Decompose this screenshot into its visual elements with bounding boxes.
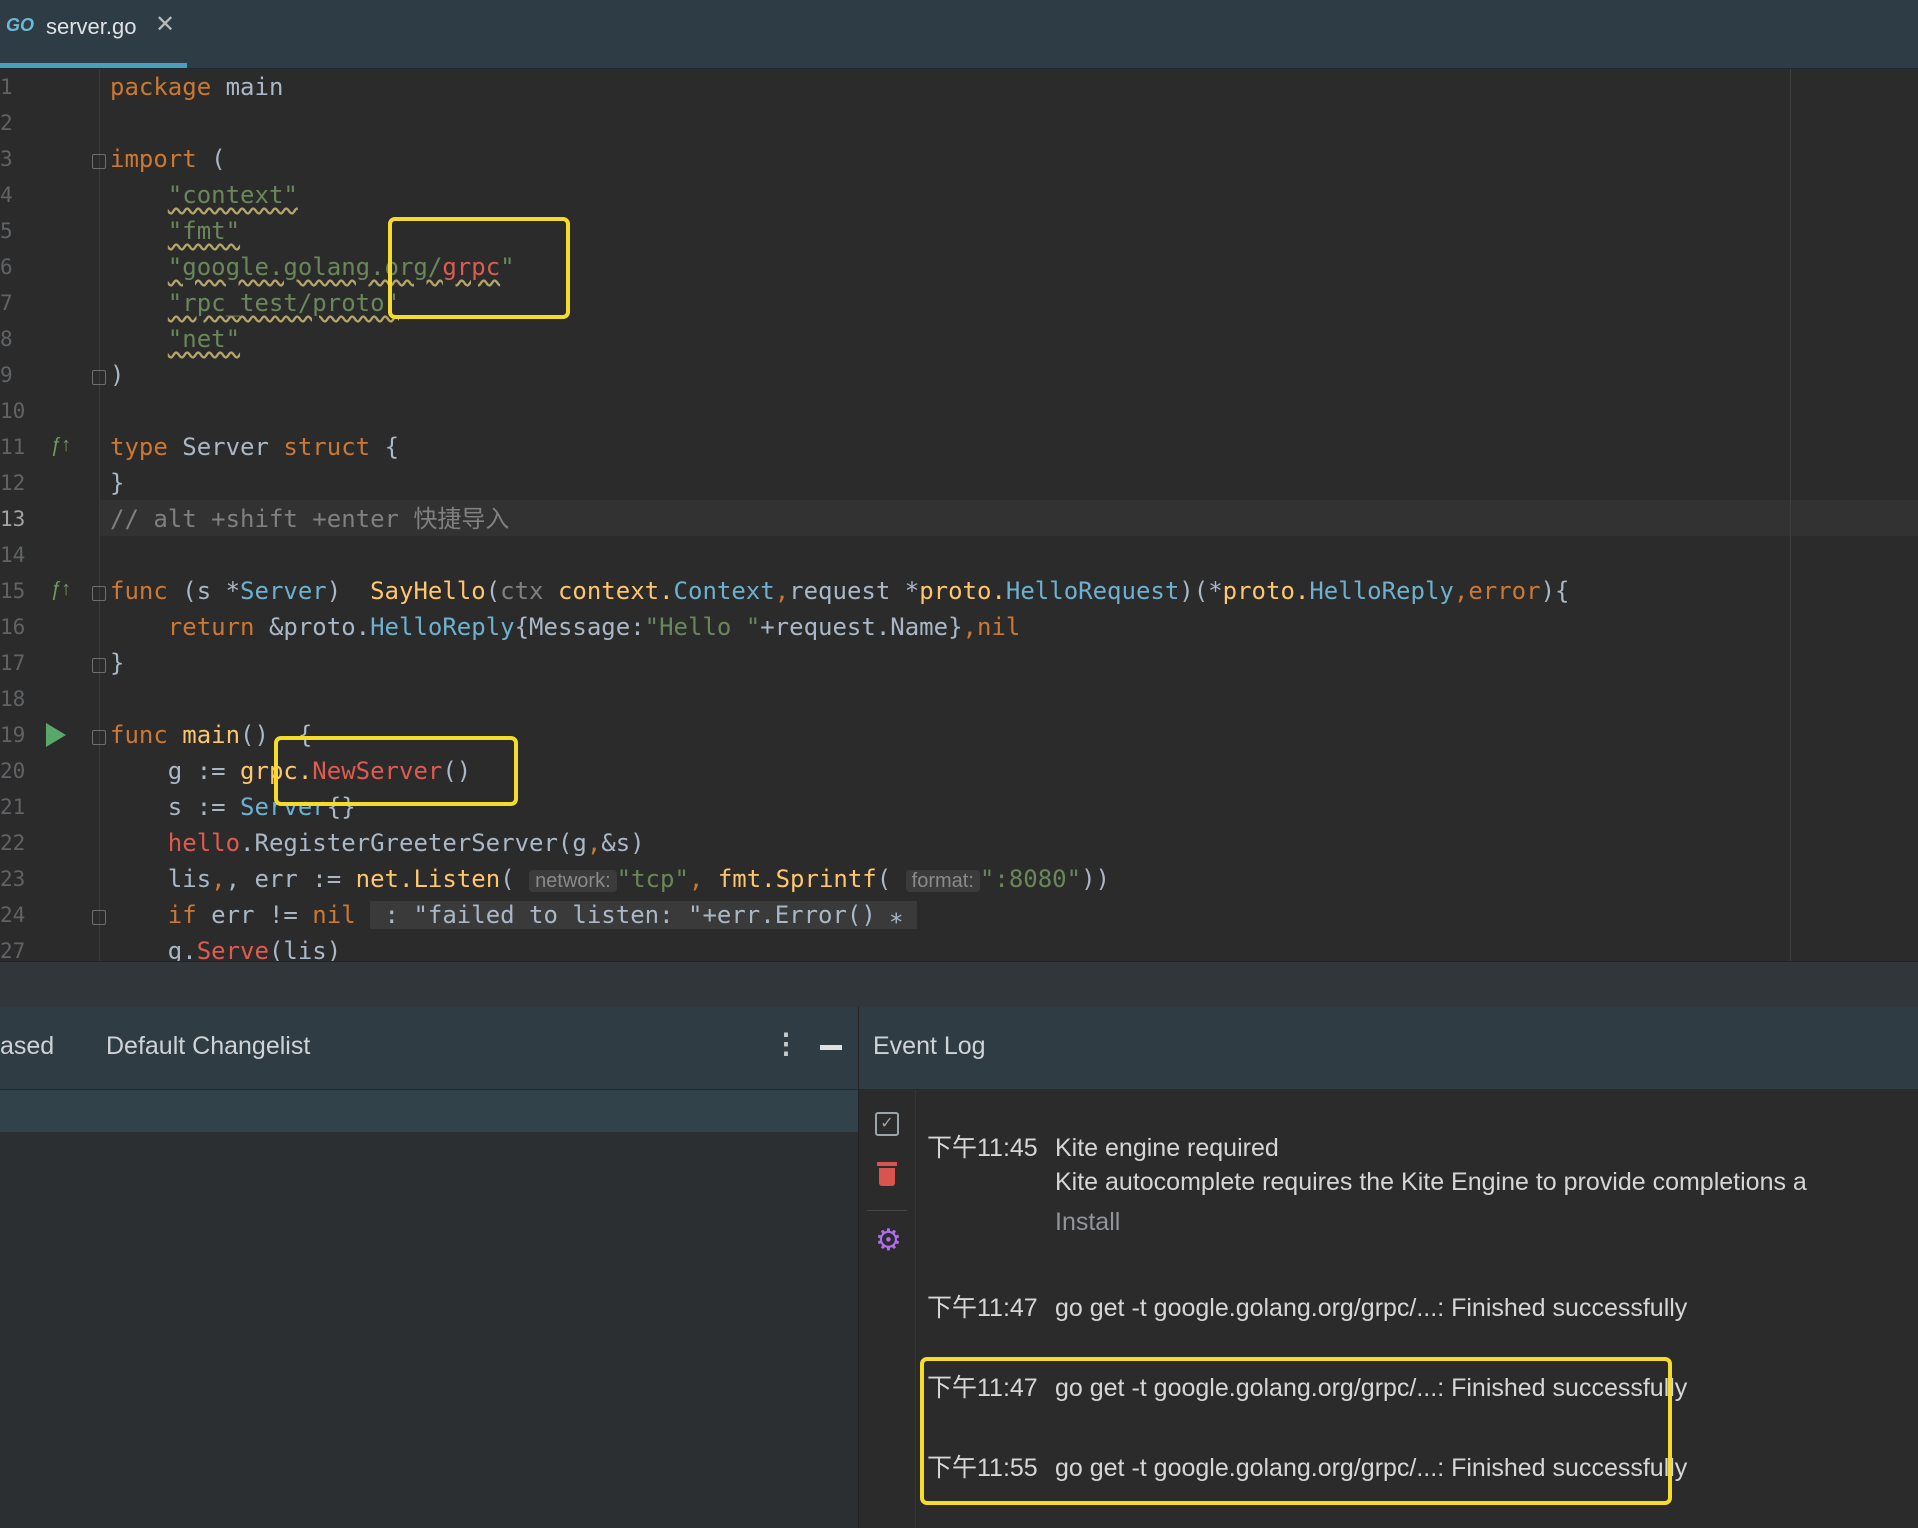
mark-all-read-icon[interactable]: ✓ xyxy=(875,1112,899,1136)
event-entry: 下午11:45 Kite engine required xyxy=(927,1134,1279,1162)
line-number: 10 xyxy=(0,399,26,423)
event-log-toolbar: ✓ ⚙ xyxy=(859,1090,916,1528)
install-link[interactable]: Install xyxy=(1055,1208,1120,1237)
line-number: 9 xyxy=(0,363,13,387)
code-line: func (s *Server) SayHello(ctx context.Co… xyxy=(110,577,1570,605)
clear-all-icon[interactable] xyxy=(875,1162,901,1188)
tab-unversioned-partial[interactable]: ased xyxy=(0,1032,54,1061)
implementations-icon[interactable]: ƒ↑ xyxy=(50,434,71,457)
code-line: import ( xyxy=(110,145,226,173)
code-line: if err != nil : "failed to listen: "+err… xyxy=(167,901,917,929)
fold-icon[interactable] xyxy=(92,154,106,169)
code-line: return &proto.HelloReply{Message:"Hello … xyxy=(167,613,1021,641)
event-log-header: Event Log xyxy=(859,1007,1918,1090)
code-line: "net" xyxy=(167,325,241,353)
minimize-icon[interactable] xyxy=(820,1045,842,1050)
line-number: 5 xyxy=(0,219,13,243)
folded-code[interactable]: : "failed to listen: "+err.Error() ⁎ xyxy=(370,901,917,929)
highlight-box-grpc-import xyxy=(388,217,570,319)
parameter-hint: network: xyxy=(529,870,617,892)
event-detail: Kite autocomplete requires the Kite Engi… xyxy=(1055,1168,1807,1196)
commit-panel-header: ased Default Changelist ⋮ xyxy=(0,1007,858,1090)
fold-icon[interactable] xyxy=(92,586,106,601)
code-line: "rpc_test/proto" xyxy=(167,289,399,317)
code-line: package main xyxy=(110,73,284,101)
tab-default-changelist[interactable]: Default Changelist xyxy=(106,1032,310,1061)
parameter-hint: format: xyxy=(905,870,980,892)
right-margin-guide xyxy=(1790,69,1791,961)
line-number: 4 xyxy=(0,183,13,207)
gear-icon[interactable]: ⚙ xyxy=(875,1226,902,1256)
code-line: ) xyxy=(110,361,125,389)
go-file-icon: GO xyxy=(6,15,35,35)
line-number: 18 xyxy=(0,687,26,711)
line-number: 8 xyxy=(0,327,13,351)
event-log-title: Event Log xyxy=(873,1032,986,1060)
implements-icon[interactable]: ƒ↑ xyxy=(50,578,71,601)
fold-icon[interactable] xyxy=(92,370,106,385)
gutter-divider xyxy=(99,69,100,961)
code-line: } xyxy=(110,469,125,497)
line-number: 27 xyxy=(0,939,26,961)
code-line: "fmt" xyxy=(167,217,241,245)
code-line: hello.RegisterGreeterServer(g,&s) xyxy=(167,829,645,857)
commit-panel: ased Default Changelist ⋮ xyxy=(0,1007,858,1528)
line-number: 1 xyxy=(0,75,13,99)
more-options-icon[interactable]: ⋮ xyxy=(772,1027,800,1060)
line-number-current: 13 xyxy=(0,507,26,531)
line-number: 15 xyxy=(0,579,26,603)
line-number: 20 xyxy=(0,759,26,783)
code-line-comment: // alt +shift +enter 快捷导入 xyxy=(110,505,510,533)
code-line: type Server struct { xyxy=(110,433,400,461)
line-number: 17 xyxy=(0,651,26,675)
highlight-box-newserver xyxy=(274,736,518,806)
line-number: 11 xyxy=(0,435,26,459)
highlight-box-success-entries xyxy=(920,1357,1672,1505)
line-number: 23 xyxy=(0,867,26,891)
line-number: 21 xyxy=(0,795,26,819)
line-number: 14 xyxy=(0,543,26,567)
code-line: lis,, err := net.Listen( network: "tcp", … xyxy=(167,865,1110,893)
editor-tab-bar: GO server.go ✕ xyxy=(0,0,1918,69)
line-number: 16 xyxy=(0,615,26,639)
expand-icon[interactable] xyxy=(92,910,106,925)
line-number: 22 xyxy=(0,831,26,855)
close-tab-icon[interactable]: ✕ xyxy=(155,10,175,39)
line-number: 24 xyxy=(0,903,26,927)
code-line: "context" xyxy=(167,181,298,209)
line-number: 12 xyxy=(0,471,26,495)
line-number: 7 xyxy=(0,291,13,315)
line-number: 6 xyxy=(0,255,13,279)
fold-icon[interactable] xyxy=(92,730,106,745)
code-line: g.Serve(lis) xyxy=(167,937,342,961)
fold-icon[interactable] xyxy=(92,658,106,673)
line-number: 2 xyxy=(0,111,13,135)
horizontal-scrollbar-area xyxy=(0,961,1918,1008)
tab-label: server.go xyxy=(46,14,137,39)
tab-server-go[interactable]: GO server.go ✕ xyxy=(0,0,187,68)
toolbar-divider xyxy=(867,1210,907,1211)
event-entry: 下午11:47 go get -t google.golang.org/grpc/… xyxy=(927,1294,1688,1322)
code-editor[interactable]: 1 2 3 4 5 6 7 8 9 10 11 12 13 14 15 16 1… xyxy=(0,69,1918,961)
line-number: 3 xyxy=(0,147,13,171)
code-line: } xyxy=(110,649,125,677)
event-log-panel: Event Log ✓ ⚙ 下午11:45 Kite engine require… xyxy=(858,1007,1918,1528)
active-tab-indicator xyxy=(0,63,187,68)
changelist-row[interactable] xyxy=(0,1090,858,1132)
run-icon[interactable] xyxy=(46,723,66,747)
line-number: 19 xyxy=(0,723,26,747)
